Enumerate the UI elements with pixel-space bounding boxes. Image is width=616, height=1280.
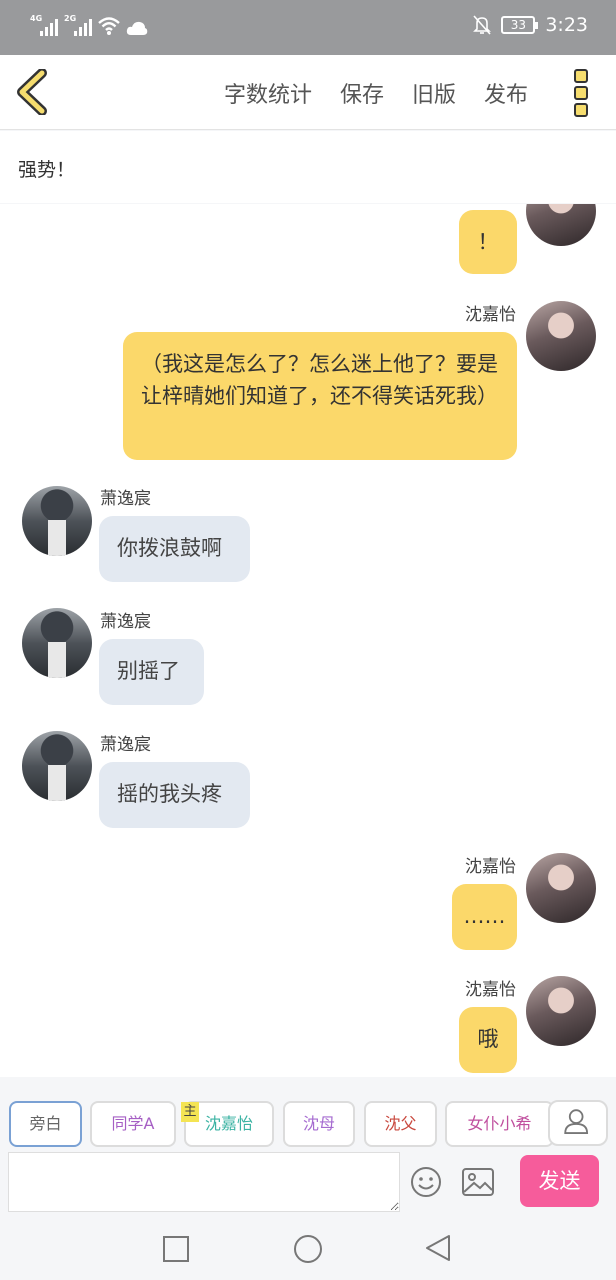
avatar[interactable] — [526, 204, 596, 246]
message-bubble[interactable]: 摇的我头疼 — [99, 762, 250, 828]
back-nav-icon[interactable] — [425, 1234, 451, 1262]
status-bar: 4G 2G 33 3:23 — [0, 0, 616, 55]
cloud-icon — [126, 21, 148, 35]
sender-name: 沈嘉怡 — [465, 980, 516, 1000]
sender-name: 萧逸宸 — [100, 735, 151, 755]
message-bubble[interactable]: …… — [452, 884, 517, 950]
message-bubble[interactable]: 别摇了 — [99, 639, 204, 705]
message-bubble[interactable]: （我这是怎么了？怎么迷上他了？要是让梓晴她们知道了，还不得笑话死我） — [123, 332, 517, 460]
message-input[interactable] — [8, 1152, 400, 1212]
avatar[interactable] — [22, 486, 92, 556]
system-nav-bar — [0, 1218, 616, 1280]
mute-bell-icon — [473, 15, 492, 35]
clock: 3:23 — [545, 14, 588, 36]
send-button[interactable]: 发送 — [520, 1155, 599, 1207]
recent-apps-icon[interactable] — [163, 1236, 189, 1262]
message-bubble[interactable]: 哦 — [459, 1007, 517, 1073]
character-chip-classmate-a[interactable]: 同学A — [90, 1101, 176, 1147]
main-character-badge: 主 — [181, 1102, 199, 1122]
character-chip-shen-mother[interactable]: 沈母 — [283, 1101, 355, 1147]
character-chip-shen-father[interactable]: 沈父 — [364, 1101, 437, 1147]
message-bubble[interactable]: 你拨浪鼓啊 — [99, 516, 250, 582]
signal-icon: 2G — [64, 14, 92, 36]
avatar[interactable] — [22, 731, 92, 801]
save-button[interactable]: 保存 — [340, 77, 384, 109]
sender-name: 沈嘉怡 — [465, 857, 516, 877]
chapter-title: 强势！ — [18, 159, 76, 181]
battery-indicator: 33 — [501, 16, 539, 34]
avatar[interactable] — [526, 853, 596, 923]
character-chip-narrator[interactable]: 旁白 — [9, 1101, 82, 1147]
publish-button[interactable]: 发布 — [484, 77, 528, 109]
back-icon[interactable] — [14, 69, 54, 115]
image-icon[interactable] — [461, 1167, 495, 1197]
avatar[interactable] — [526, 301, 596, 371]
old-version-button[interactable]: 旧版 — [412, 77, 456, 109]
avatar[interactable] — [526, 976, 596, 1046]
character-manage-button[interactable] — [548, 1100, 608, 1146]
top-nav: 字数统计 保存 旧版 发布 — [0, 55, 616, 130]
sender-name: 萧逸宸 — [100, 612, 151, 632]
message-bubble[interactable]: ！ — [459, 210, 517, 274]
input-row: 发送 — [0, 1150, 616, 1218]
wifi-icon — [98, 17, 120, 35]
home-icon[interactable] — [293, 1234, 323, 1264]
character-chip-maid-xiaoxi[interactable]: 女仆小希 — [445, 1101, 554, 1147]
avatar[interactable] — [22, 608, 92, 678]
more-menu-icon[interactable] — [574, 69, 590, 117]
character-bar: 旁白 同学A 沈嘉怡 沈母 沈父 女仆小希 — [0, 1077, 616, 1150]
signal-icon: 4G — [30, 14, 58, 36]
sender-name: 沈嘉怡 — [465, 305, 516, 325]
word-count-button[interactable]: 字数统计 — [224, 77, 312, 109]
chapter-title-row[interactable]: 强势！ — [0, 131, 616, 203]
sender-name: 萧逸宸 — [100, 489, 151, 509]
chat-area[interactable]: ！ 沈嘉怡 （我这是怎么了？怎么迷上他了？要是让梓晴她们知道了，还不得笑话死我）… — [0, 204, 616, 1077]
person-icon — [564, 1109, 589, 1134]
emoji-icon[interactable] — [410, 1166, 442, 1198]
